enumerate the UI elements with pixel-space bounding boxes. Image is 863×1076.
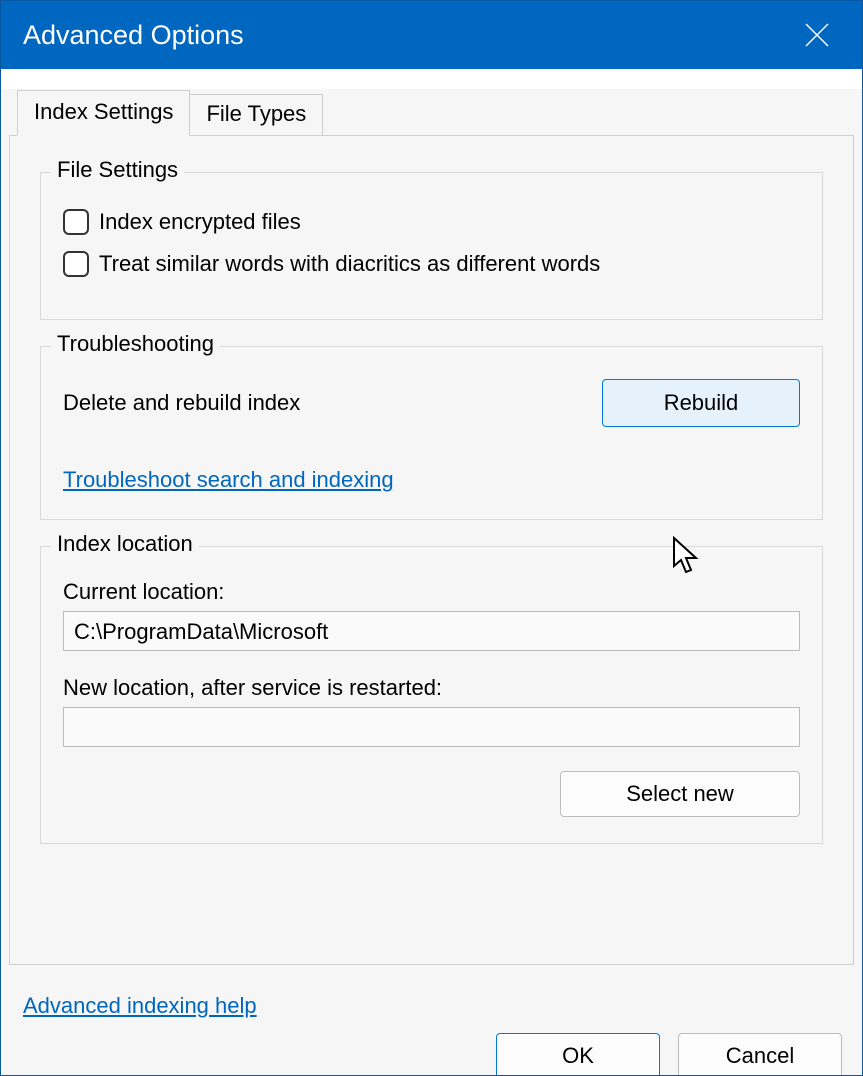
delete-rebuild-label: Delete and rebuild index — [63, 390, 300, 416]
ok-button[interactable]: OK — [496, 1033, 660, 1076]
checkbox-row-diacritics: Treat similar words with diacritics as d… — [63, 251, 800, 277]
new-location-label: New location, after service is restarted… — [63, 675, 800, 701]
checkbox-index-encrypted-label: Index encrypted files — [99, 209, 301, 235]
tab-index-settings[interactable]: Index Settings — [17, 90, 190, 136]
tabpanel-index-settings: File Settings Index encrypted files Trea… — [9, 135, 854, 965]
new-location-field — [63, 707, 800, 747]
checkbox-diacritics-label: Treat similar words with diacritics as d… — [99, 251, 600, 277]
checkbox-row-encrypted: Index encrypted files — [63, 209, 800, 235]
checkbox-diacritics[interactable] — [63, 251, 89, 277]
current-location-label: Current location: — [63, 579, 800, 605]
close-button[interactable] — [794, 12, 840, 58]
rebuild-button[interactable]: Rebuild — [602, 379, 800, 427]
client-area: Index Settings File Types File Settings … — [1, 89, 862, 1076]
window-title: Advanced Options — [23, 20, 794, 51]
group-troubleshooting-legend: Troubleshooting — [51, 331, 220, 357]
group-file-settings: File Settings Index encrypted files Trea… — [40, 172, 823, 320]
group-troubleshooting: Troubleshooting Delete and rebuild index… — [40, 346, 823, 520]
dialog-buttons: OK Cancel — [496, 1033, 842, 1076]
tabstrip: Index Settings File Types — [9, 89, 854, 135]
advanced-indexing-help-link[interactable]: Advanced indexing help — [23, 993, 257, 1019]
group-file-settings-legend: File Settings — [51, 157, 184, 183]
group-index-location: Index location Current location: C:\Prog… — [40, 546, 823, 844]
checkbox-index-encrypted[interactable] — [63, 209, 89, 235]
select-new-button[interactable]: Select new — [560, 771, 800, 817]
current-location-field: C:\ProgramData\Microsoft — [63, 611, 800, 651]
group-index-location-legend: Index location — [51, 531, 199, 557]
advanced-options-dialog: Advanced Options Index Settings File Typ… — [0, 0, 863, 1076]
titlebar: Advanced Options — [1, 1, 862, 69]
tab-file-types[interactable]: File Types — [189, 94, 323, 136]
troubleshoot-link[interactable]: Troubleshoot search and indexing — [63, 467, 394, 493]
cancel-button[interactable]: Cancel — [678, 1033, 842, 1076]
close-icon — [804, 22, 830, 48]
